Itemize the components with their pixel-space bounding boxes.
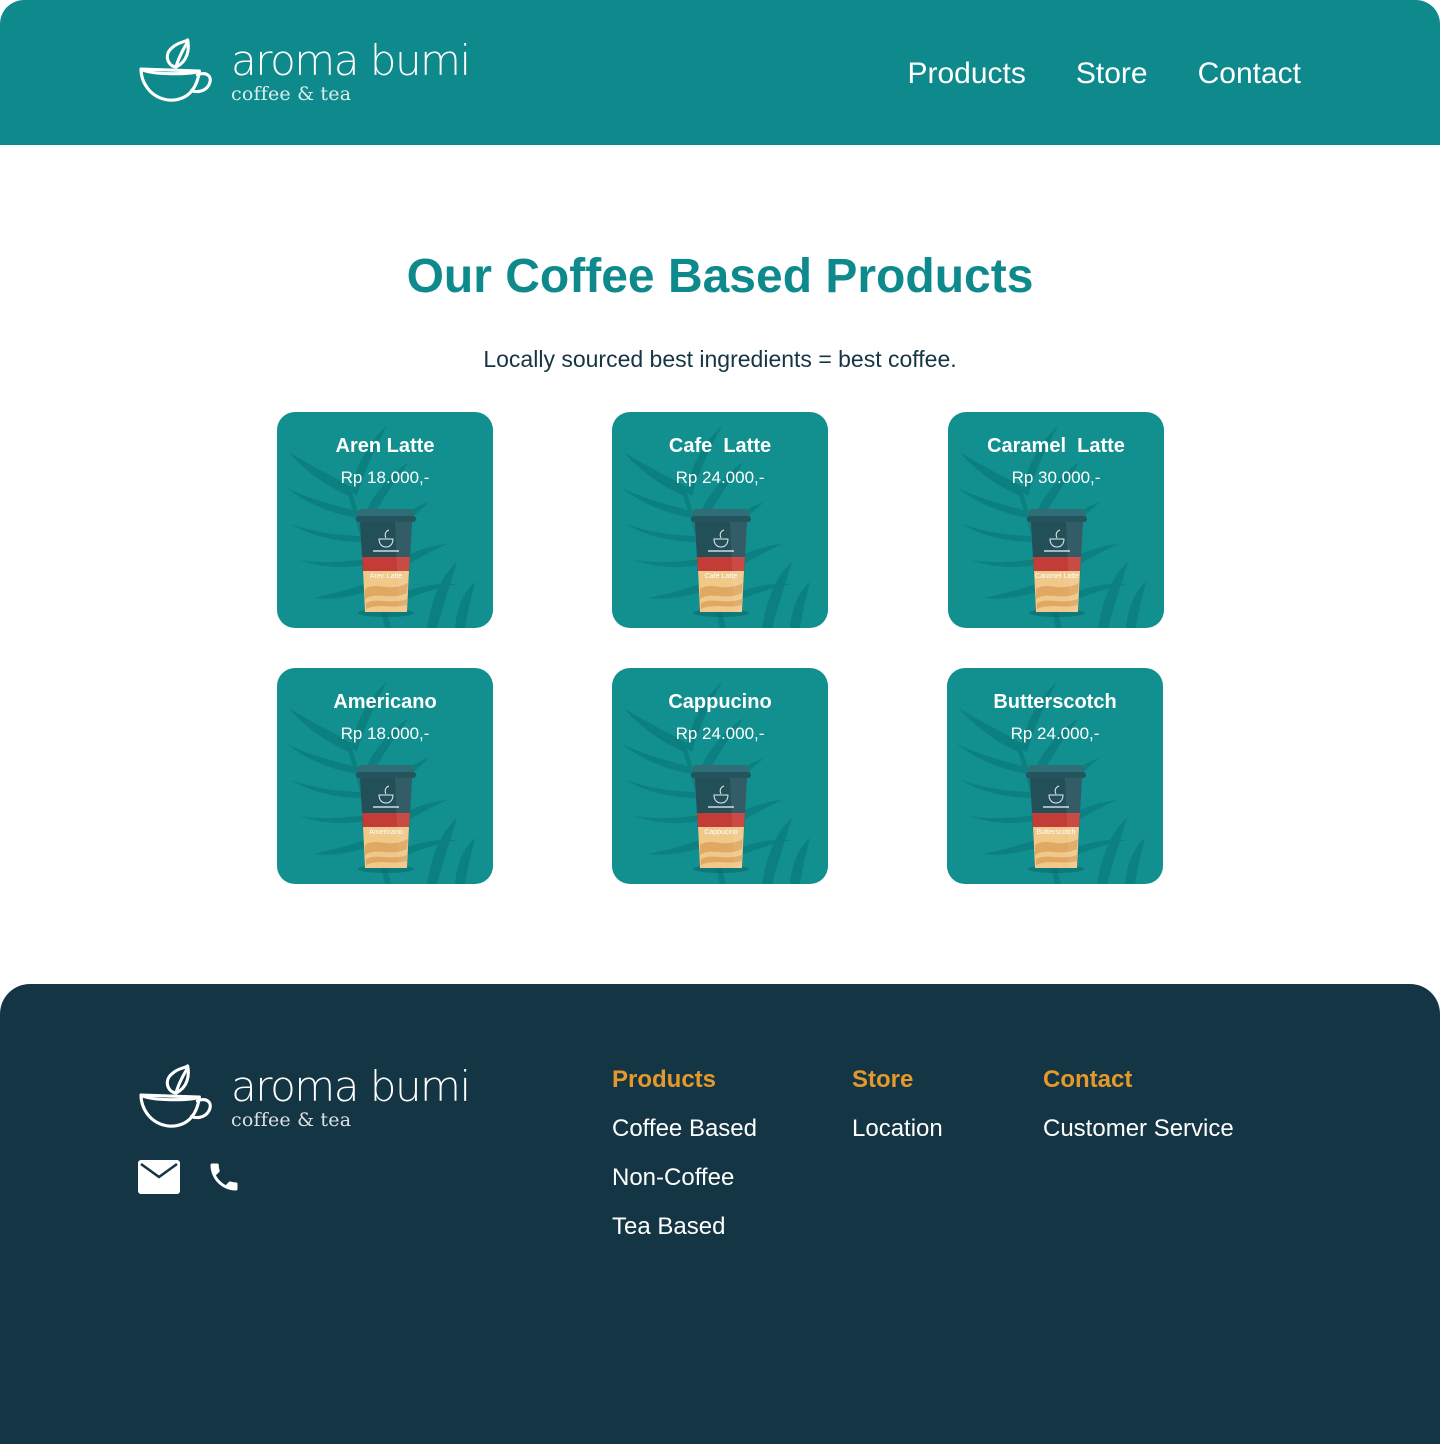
product-price: Rp 24.000,- bbox=[675, 724, 765, 743]
footer-heading-store: Store bbox=[852, 1066, 914, 1093]
nav-store[interactable]: Store bbox=[1076, 54, 1148, 94]
coffee-cup-image bbox=[355, 507, 417, 617]
product-price: Rp 24.000,- bbox=[1010, 724, 1100, 743]
product-name: Caramel Latte bbox=[987, 435, 1125, 457]
product-name: Americano bbox=[333, 691, 437, 713]
mail-icon[interactable] bbox=[138, 1160, 180, 1194]
phone-icon[interactable] bbox=[206, 1159, 242, 1195]
footer-heading-products: Products bbox=[612, 1066, 717, 1093]
coffee-cup-image bbox=[355, 763, 417, 873]
product-price: Rp 18.000,- bbox=[340, 468, 430, 487]
cup-logo-icon bbox=[137, 1064, 215, 1132]
footer-contact-icons bbox=[138, 1159, 242, 1195]
product-price: Rp 24.000,- bbox=[675, 468, 765, 487]
product-name: Cappucino bbox=[668, 691, 772, 713]
cup-label: Butterscotch bbox=[1036, 829, 1076, 836]
product-card-aren-latte[interactable]: Aren Latte Rp 18.000,- Aren Latte bbox=[277, 412, 493, 628]
cup-label: Cappucino bbox=[704, 829, 738, 836]
product-price: Rp 18.000,- bbox=[340, 724, 430, 743]
product-name: Butterscotch bbox=[993, 691, 1117, 713]
footer-link-tea-based[interactable]: Tea Based bbox=[612, 1211, 757, 1243]
brand-name: aroma bumi bbox=[231, 36, 471, 85]
coffee-cup-image bbox=[690, 763, 752, 873]
footer-column-products: Products Coffee Based Non-Coffee Tea Bas… bbox=[612, 1064, 757, 1260]
page-title: Our Coffee Based Products bbox=[406, 250, 1034, 303]
footer-link-non-coffee[interactable]: Non-Coffee bbox=[612, 1162, 757, 1194]
page-subtitle: Locally sourced best ingredients = best … bbox=[483, 346, 957, 372]
site-header: aroma bumi coffee & tea Products Store C… bbox=[0, 0, 1440, 145]
brand-wordmark: aroma bumi coffee & tea bbox=[231, 1062, 471, 1132]
main-nav: Products Store Contact bbox=[908, 54, 1302, 94]
footer-link-customer-service[interactable]: Customer Service bbox=[1043, 1113, 1234, 1145]
nav-contact[interactable]: Contact bbox=[1198, 54, 1301, 94]
footer-link-coffee-based[interactable]: Coffee Based bbox=[612, 1113, 757, 1145]
brand-name: aroma bumi bbox=[231, 1062, 471, 1111]
footer-link-location[interactable]: Location bbox=[852, 1113, 943, 1145]
product-card-americano[interactable]: Americano Rp 18.000,- Americano bbox=[277, 668, 493, 884]
brand-wordmark: aroma bumi coffee & tea bbox=[231, 36, 471, 106]
product-price: Rp 30.000,- bbox=[1011, 468, 1101, 487]
footer-column-contact: Contact Customer Service bbox=[1043, 1064, 1234, 1162]
coffee-cup-image bbox=[690, 507, 752, 617]
brand-logo[interactable]: aroma bumi coffee & tea bbox=[137, 36, 471, 106]
nav-products[interactable]: Products bbox=[908, 54, 1026, 94]
cup-label: Caramel Latte bbox=[1035, 573, 1079, 580]
product-card-caramel-latte[interactable]: Caramel Latte Rp 30.000,- Caramel Latte bbox=[948, 412, 1164, 628]
product-card-cappucino[interactable]: Cappucino Rp 24.000,- Cappucino bbox=[612, 668, 828, 884]
cup-label: Aren Latte bbox=[369, 573, 403, 580]
product-name: Aren Latte bbox=[335, 435, 435, 457]
footer-brand-logo[interactable]: aroma bumi coffee & tea bbox=[137, 1062, 471, 1132]
footer-heading-contact: Contact bbox=[1043, 1066, 1133, 1093]
brand-tagline: coffee & tea bbox=[231, 1109, 352, 1131]
brand-tagline: coffee & tea bbox=[231, 83, 352, 105]
coffee-cup-image bbox=[1025, 763, 1087, 873]
cup-label: Americano bbox=[369, 829, 403, 836]
product-card-cafe-latte[interactable]: Cafe Latte Rp 24.000,- Café Latte bbox=[612, 412, 828, 628]
product-card-butterscotch[interactable]: Butterscotch Rp 24.000,- Butterscotch bbox=[947, 668, 1163, 884]
footer-column-store: Store Location bbox=[852, 1064, 943, 1162]
product-name: Cafe Latte bbox=[668, 435, 772, 457]
cup-label: Café Latte bbox=[704, 573, 738, 580]
cup-logo-icon bbox=[137, 38, 215, 106]
coffee-cup-image bbox=[1026, 507, 1088, 617]
site-footer: aroma bumi coffee & tea Products Coffee … bbox=[0, 984, 1440, 1444]
